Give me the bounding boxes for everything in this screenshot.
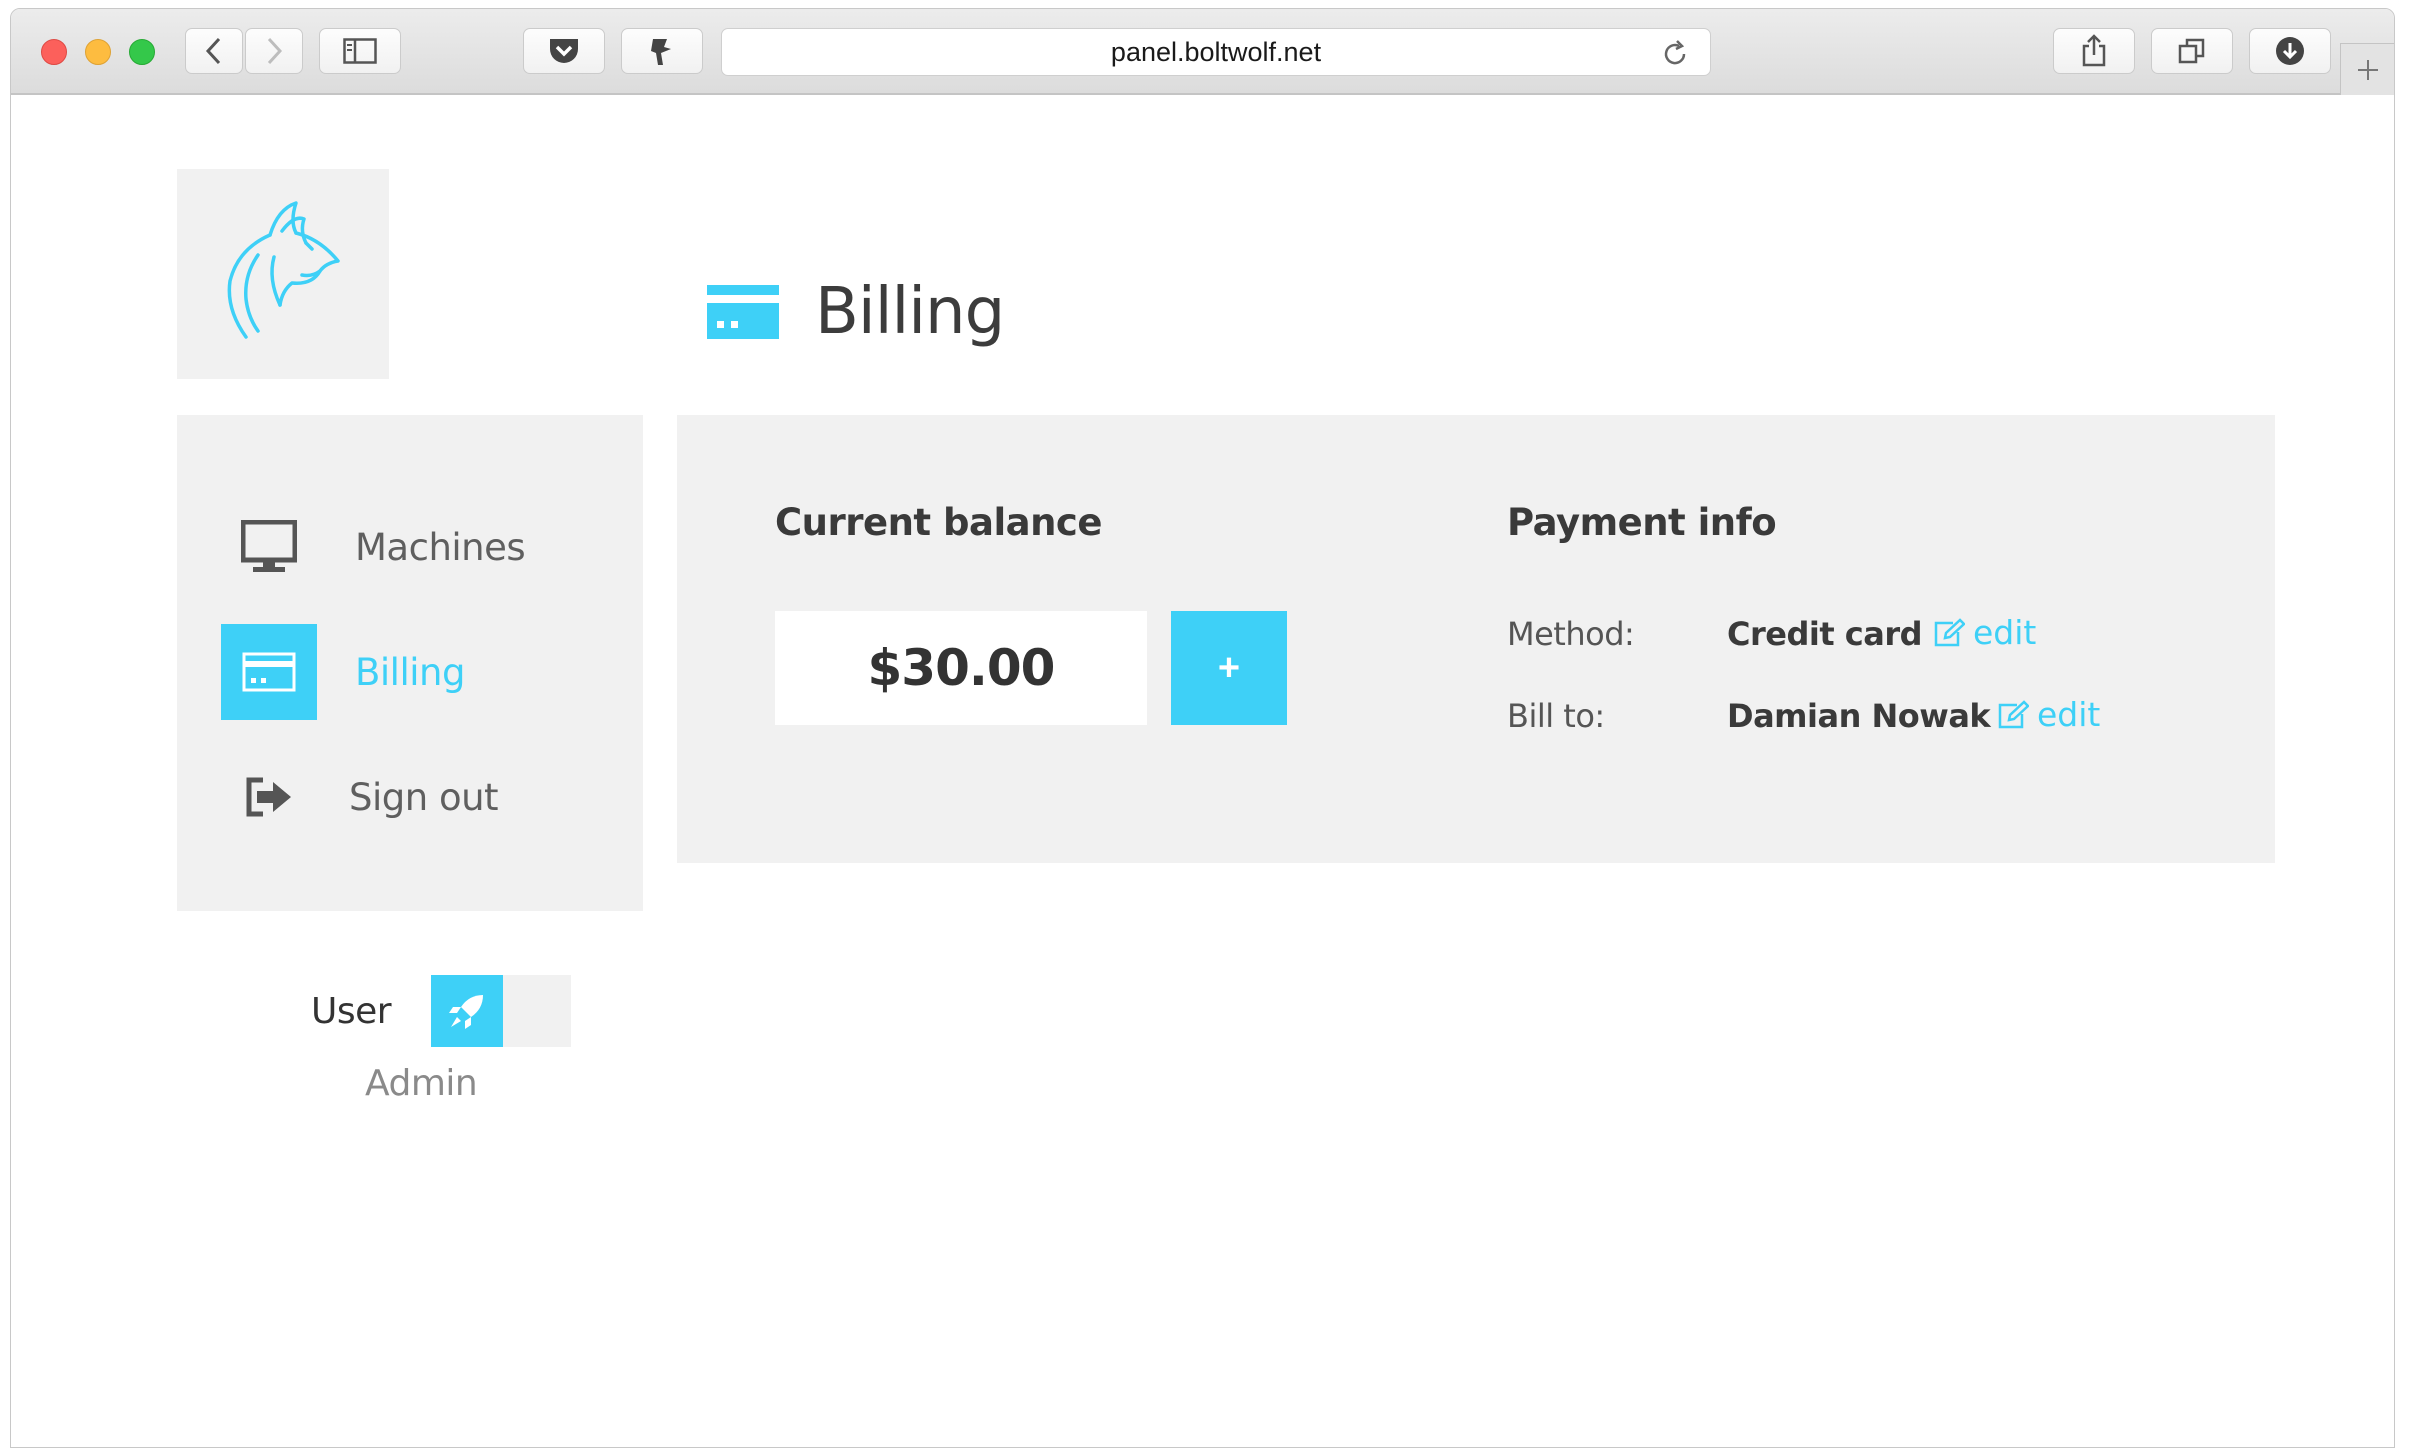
minimize-window-button[interactable] (85, 39, 111, 65)
pocket-button[interactable] (523, 28, 605, 74)
forward-button[interactable] (245, 28, 303, 74)
tabs-overview-button[interactable] (2151, 28, 2233, 74)
share-button[interactable] (2053, 28, 2135, 74)
edit-label: edit (2037, 695, 2101, 734)
method-value: Credit card (1727, 615, 1923, 653)
balance-amount: $30.00 (775, 611, 1147, 725)
sidebar-toggle-button[interactable] (319, 28, 401, 74)
method-label: Method: (1507, 615, 1635, 653)
bill-to-value: Damian Nowak (1727, 697, 1991, 735)
download-icon (2276, 37, 2304, 65)
close-window-button[interactable] (41, 39, 67, 65)
billing-card: Current balance $30.00 + Payment info Me… (677, 415, 2275, 863)
role-toggle[interactable] (431, 975, 572, 1047)
sidebar: Machines Billing Sign out (177, 415, 643, 911)
wolf-logo[interactable] (177, 169, 389, 379)
role-user-label: User (311, 990, 392, 1032)
plus-icon (2357, 59, 2378, 80)
rocket-icon (431, 975, 504, 1047)
browser-window: panel.boltwolf.net Billing Machines Bill… (10, 8, 2395, 1448)
sidebar-item-label: Sign out (349, 775, 499, 819)
extension-icon (651, 39, 671, 65)
page-title: Billing (815, 275, 1005, 349)
toggle-track (503, 975, 572, 1047)
sidebar-icon (343, 38, 377, 64)
sidebar-item-label: Machines (355, 525, 526, 569)
chevron-right-icon (267, 37, 283, 65)
bill-to-label: Bill to: (1507, 697, 1605, 735)
payment-info-title: Payment info (1507, 501, 1777, 544)
credit-card-icon (221, 624, 317, 720)
page-content: Billing Machines Billing Sign out User A… (11, 97, 2394, 1447)
zoom-window-button[interactable] (129, 39, 155, 65)
pocket-icon (550, 39, 578, 63)
address-bar[interactable]: panel.boltwolf.net (721, 28, 1711, 76)
tabs-icon (2178, 38, 2205, 64)
sidebar-item-machines[interactable]: Machines (221, 499, 601, 595)
sidebar-item-sign-out[interactable]: Sign out (221, 749, 601, 845)
back-button[interactable] (185, 28, 243, 74)
wolf-icon (227, 201, 340, 339)
edit-icon (1934, 617, 1965, 646)
sidebar-item-label: Billing (355, 650, 465, 694)
add-funds-button[interactable]: + (1171, 611, 1287, 725)
new-tab-button[interactable] (2340, 43, 2394, 95)
edit-icon (1998, 699, 2029, 728)
credit-card-icon (707, 285, 779, 339)
current-balance-title: Current balance (775, 501, 1102, 544)
reload-icon[interactable] (1660, 39, 1690, 76)
url-text: panel.boltwolf.net (1110, 36, 1322, 67)
sidebar-item-billing[interactable]: Billing (221, 624, 601, 720)
page-header: Billing (707, 267, 1005, 357)
share-icon (2082, 34, 2106, 67)
browser-toolbar: panel.boltwolf.net (11, 9, 2394, 95)
extension-button[interactable] (621, 28, 703, 74)
monitor-icon (221, 499, 317, 595)
edit-label: edit (1973, 613, 2037, 652)
edit-bill-to-link[interactable]: edit (1997, 695, 2100, 734)
sign-out-icon (221, 749, 317, 845)
chevron-left-icon (205, 37, 221, 65)
edit-method-link[interactable]: edit (1933, 613, 2036, 652)
role-admin-label[interactable]: Admin (365, 1063, 478, 1104)
role-switch: User (311, 975, 572, 1047)
downloads-button[interactable] (2249, 28, 2331, 74)
